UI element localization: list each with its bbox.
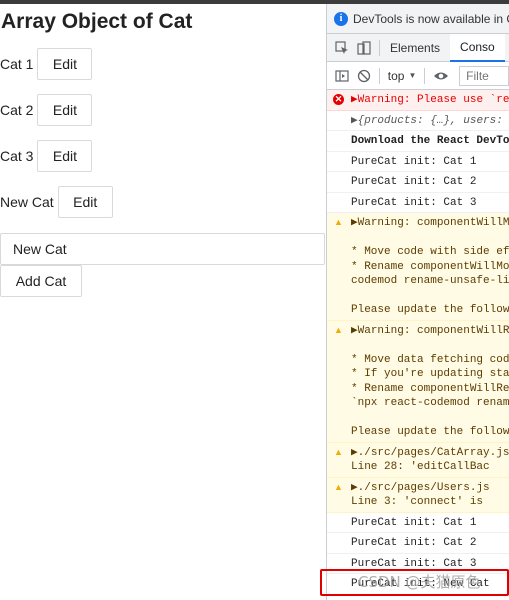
cat-name: Cat 3 (0, 148, 34, 164)
devtools-info-bar: i DevTools is now available in C (327, 4, 509, 34)
console-line: ▶./src/pages/Users.js (351, 481, 490, 494)
console-line: ▶{products: {…}, users: (351, 114, 503, 127)
console-message-bold[interactable]: Download the React DevTo (327, 131, 509, 152)
edit-cat-1-button[interactable]: Edit (37, 48, 93, 80)
console-line: PureCat init: Cat 1 (351, 155, 477, 168)
eye-icon[interactable] (433, 69, 449, 83)
chevron-down-icon: ▼ (408, 71, 417, 80)
tab-console[interactable]: Conso (450, 33, 505, 62)
console-line: codemod rename-unsafe-li (351, 275, 509, 287)
console-message-warn[interactable]: ▲ ▶Warning: componentWillM * Move code wit… (327, 213, 509, 321)
app-panel: Array Object of Cat Cat 1 Edit Cat 2 Edi… (0, 4, 326, 600)
console-message-log[interactable]: PureCat init: Cat 1 (327, 513, 509, 533)
console-message-log[interactable]: PureCat init: Cat 3 (327, 193, 509, 213)
edit-cat-2-button[interactable]: Edit (37, 94, 93, 126)
console-message-log[interactable]: PureCat init: Cat 2 (327, 172, 509, 193)
console-line: PureCat init: Cat 3 (351, 196, 477, 209)
console-line: ▶Warning: componentWillR (351, 324, 509, 337)
info-text: DevTools is now available in C (353, 11, 509, 26)
cat-row: New Cat Edit (0, 186, 113, 218)
console-message-error[interactable]: ✕ ▶Warning: Please use `re (327, 90, 509, 111)
cat-row: Cat 1 Edit (0, 48, 93, 80)
console-line: ▶./src/pages/CatArray.js (351, 446, 509, 459)
cat-row: Cat 3 Edit (0, 140, 93, 172)
console-message-log[interactable]: PureCat init: Cat 1 (327, 152, 509, 172)
clear-console-icon[interactable] (357, 69, 371, 83)
console-line: Please update the follow (351, 426, 509, 438)
console-filter-input[interactable]: Filte (459, 65, 509, 86)
cat-name: Cat 1 (0, 56, 34, 72)
console-line: * If you're updating sta (351, 368, 509, 380)
console-line: Please update the follow (351, 304, 509, 316)
page-title: Array Object of Cat (1, 10, 193, 33)
toolbar-divider (379, 67, 380, 84)
console-message-obj[interactable]: ▶{products: {…}, users: (327, 111, 509, 131)
console-line: `npx react-codemod renam (351, 397, 509, 409)
console-line: Line 28: 'editCallBac (351, 461, 490, 473)
cat-row: Cat 2 Edit (0, 94, 93, 126)
add-cat-button[interactable]: Add Cat (0, 265, 82, 297)
devtools-panel: i DevTools is now available in C Element… (326, 4, 509, 600)
console-filter-bar: top ▼ Filte (327, 62, 509, 90)
console-message-warn[interactable]: ▲ ▶./src/pages/CatArray.js Line 28: 'edit… (327, 442, 509, 478)
context-selector[interactable]: top ▼ (388, 69, 417, 83)
console-line: PureCat init: Cat 2 (351, 537, 477, 549)
new-cat-input[interactable]: New Cat (0, 233, 325, 265)
context-label: top (387, 68, 405, 83)
watermark: CSDN @夫猫原色 (358, 573, 481, 591)
console-message-log[interactable]: PureCat init: Cat 2 (327, 533, 509, 554)
toolbar-divider (424, 67, 426, 84)
console-line: PureCat init: Cat 1 (351, 516, 477, 529)
cat-name: Cat 2 (0, 102, 34, 118)
devtools-tabs-bar: Elements Conso (327, 33, 509, 62)
info-icon: i (334, 11, 348, 26)
device-toolbar-icon[interactable] (357, 40, 371, 55)
console-line: * Rename componentWillRe (351, 382, 509, 395)
warning-icon: ▲ (334, 217, 343, 228)
cat-name: New Cat (0, 194, 54, 210)
console-line: * Move data fetching cod (351, 353, 509, 366)
warning-icon: ▲ (334, 324, 343, 335)
console-message-warn[interactable]: ▲ ▶./src/pages/Users.js Line 3: 'connect'… (327, 477, 509, 513)
edit-new-cat-button[interactable]: Edit (57, 186, 113, 218)
edit-cat-3-button[interactable]: Edit (37, 140, 93, 172)
console-line: Line 3: 'connect' is (351, 496, 484, 508)
error-icon: ✕ (333, 94, 344, 105)
console-line: ▶Warning: Please use `re (351, 94, 509, 106)
tab-elements[interactable]: Elements (380, 34, 450, 62)
inspect-element-icon[interactable] (335, 40, 349, 55)
console-message-warn[interactable]: ▲ ▶Warning: componentWillR * Move data fet… (327, 320, 509, 443)
console-line: ▶Warning: componentWillM (351, 217, 509, 229)
warning-icon: ▲ (334, 481, 343, 492)
console-line: Download the React DevTo (351, 135, 509, 147)
sidebar-toggle-icon[interactable] (335, 69, 349, 83)
warning-icon: ▲ (334, 446, 343, 457)
console-line: * Move code with side ef (351, 246, 509, 258)
console-log: ✕ ▶Warning: Please use `re ▶{products: {…}… (327, 90, 509, 595)
console-line: PureCat init: Cat 2 (351, 176, 477, 188)
console-line: * Rename componentWillMo (351, 260, 509, 273)
